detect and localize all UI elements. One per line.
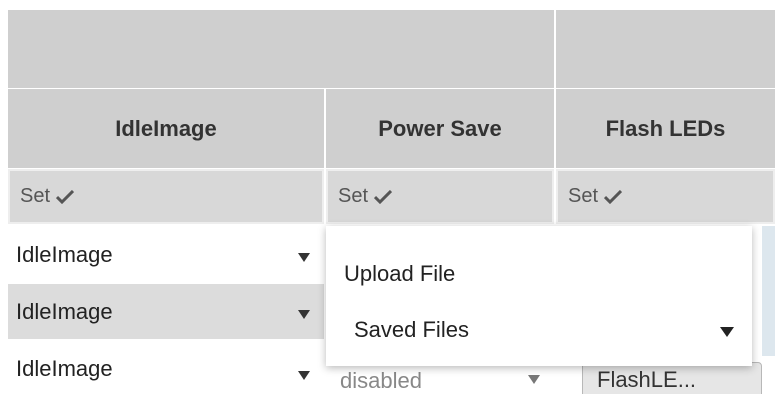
background-strip [762, 226, 775, 356]
upload-file-menu-item[interactable]: Upload File [344, 261, 455, 287]
idleimage-select-row-2[interactable]: IdleImage [8, 284, 324, 339]
chevron-down-icon [528, 375, 540, 384]
set-label: Set [20, 185, 51, 207]
select-value: disabled [340, 368, 422, 393]
chevron-down-icon [298, 371, 310, 380]
set-label: Set [568, 185, 599, 207]
select-value: IdleImage [16, 241, 113, 267]
select-value: IdleImage [16, 298, 113, 324]
chevron-down-icon [298, 253, 310, 262]
header-band-right [556, 10, 775, 88]
set-label: Set [338, 185, 369, 207]
checkmark-icon [374, 189, 393, 204]
saved-files-label: Saved Files [354, 317, 469, 342]
chevron-down-icon [298, 310, 310, 319]
column-header-flash-leds: Flash LEDs [556, 89, 775, 168]
column-header-idleimage: IdleImage [8, 89, 324, 168]
header-band-left [8, 10, 554, 88]
idleimage-select-row-1[interactable]: IdleImage [8, 227, 324, 282]
set-button-flash-leds[interactable]: Set [556, 169, 775, 224]
checkmark-icon [56, 189, 75, 204]
chevron-down-icon [720, 327, 734, 337]
column-header-power-save: Power Save [326, 89, 554, 168]
set-button-power-save[interactable]: Set [326, 169, 554, 224]
flash-leds-button[interactable]: FlashLE... [582, 362, 762, 394]
idleimage-select-row-3[interactable]: IdleImage [8, 341, 324, 394]
checkmark-icon [604, 189, 623, 204]
select-value: IdleImage [16, 355, 113, 381]
file-source-menu: Upload File Saved Files [326, 226, 752, 366]
set-button-idleimage[interactable]: Set [8, 169, 324, 224]
saved-files-menu-item[interactable]: Saved Files [354, 317, 734, 343]
